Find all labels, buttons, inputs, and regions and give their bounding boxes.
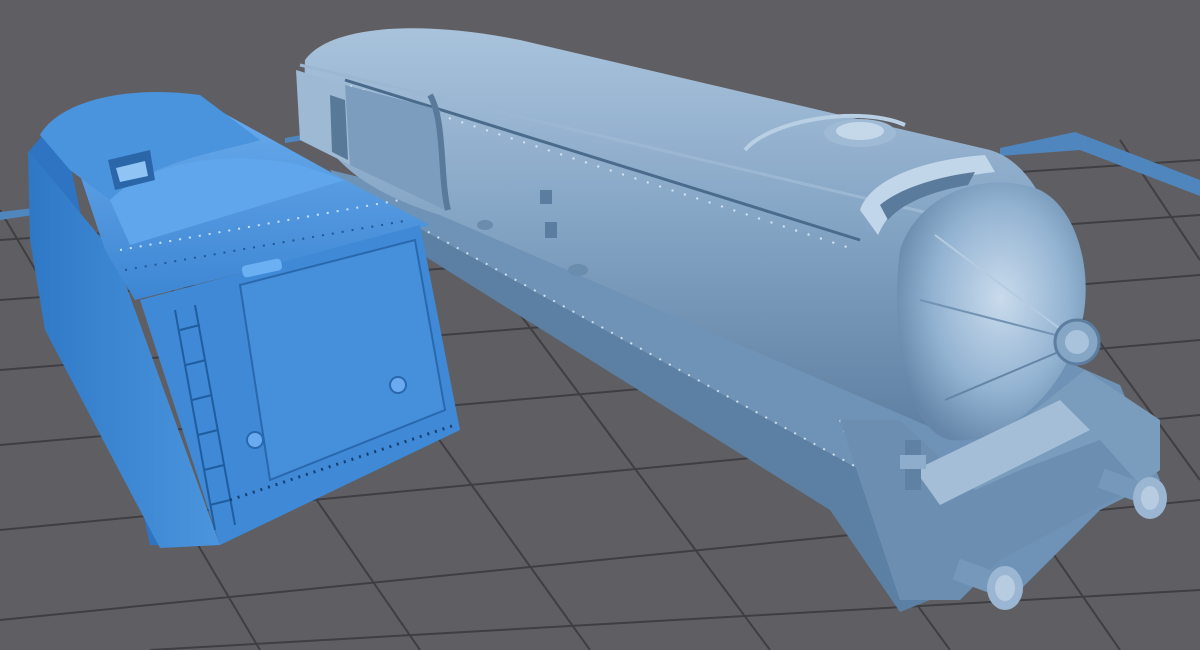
fitting-4 xyxy=(477,220,493,230)
headlamp-lens xyxy=(1065,330,1089,354)
fitting-2 xyxy=(545,222,557,238)
fitting-1 xyxy=(540,190,552,204)
3d-viewport[interactable] xyxy=(0,0,1200,650)
chimney-opening xyxy=(836,122,884,140)
fitting-3 xyxy=(568,264,588,276)
scene-svg xyxy=(0,28,1200,650)
tender-lamp-left xyxy=(246,431,264,449)
coupler-head xyxy=(900,455,926,469)
tender-lamp-right xyxy=(389,376,407,394)
